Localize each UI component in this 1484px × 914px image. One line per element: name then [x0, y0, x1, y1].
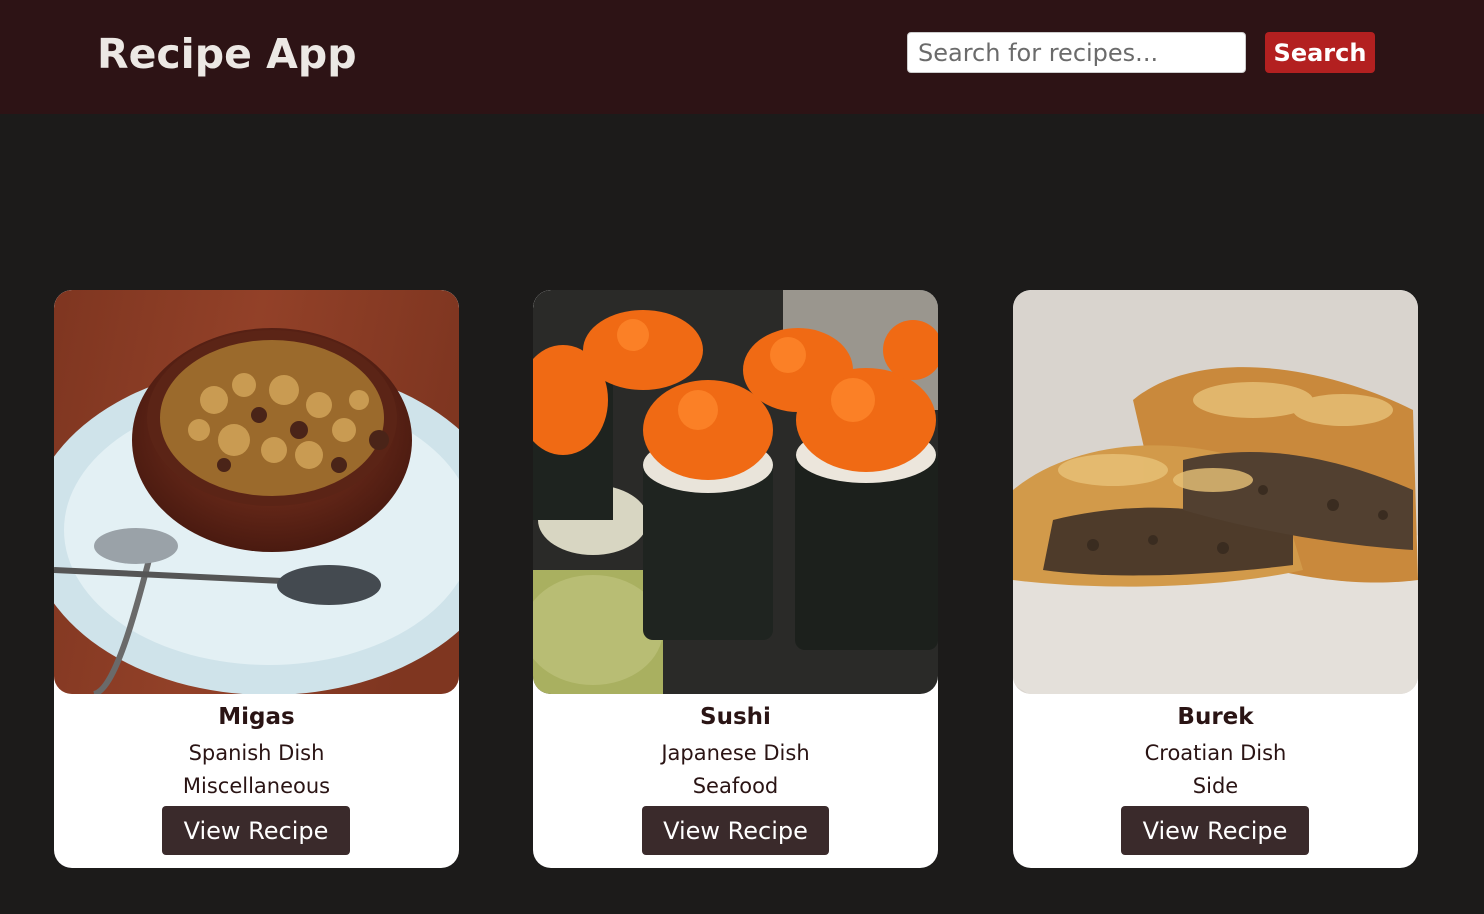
view-recipe-button[interactable]: View Recipe — [642, 806, 829, 855]
recipe-image — [54, 290, 459, 694]
recipe-area: Spanish Dish — [188, 741, 325, 765]
recipe-card: Burek Croatian Dish Side View Recipe — [1013, 290, 1418, 868]
recipe-category: Seafood — [692, 774, 779, 798]
recipe-area: Croatian Dish — [1144, 741, 1287, 765]
recipe-name: Sushi — [700, 704, 771, 730]
view-recipe-button[interactable]: View Recipe — [1121, 806, 1309, 855]
recipe-card: Migas Spanish Dish Miscellaneous View Re… — [54, 290, 459, 868]
recipe-category: Miscellaneous — [182, 774, 331, 798]
header: Recipe App Search — [0, 0, 1484, 114]
recipe-card: Sushi Japanese Dish Seafood View Recipe — [533, 290, 938, 868]
view-recipe-button[interactable]: View Recipe — [162, 806, 350, 855]
search-input[interactable] — [907, 32, 1246, 73]
recipe-image — [1013, 290, 1418, 694]
recipe-image — [533, 290, 938, 694]
recipe-name: Migas — [218, 704, 295, 730]
recipe-area: Japanese Dish — [661, 741, 810, 765]
recipe-category: Side — [1192, 774, 1239, 798]
app-title: Recipe App — [97, 30, 357, 78]
recipe-name: Burek — [1177, 704, 1254, 730]
search-button[interactable]: Search — [1265, 32, 1375, 73]
